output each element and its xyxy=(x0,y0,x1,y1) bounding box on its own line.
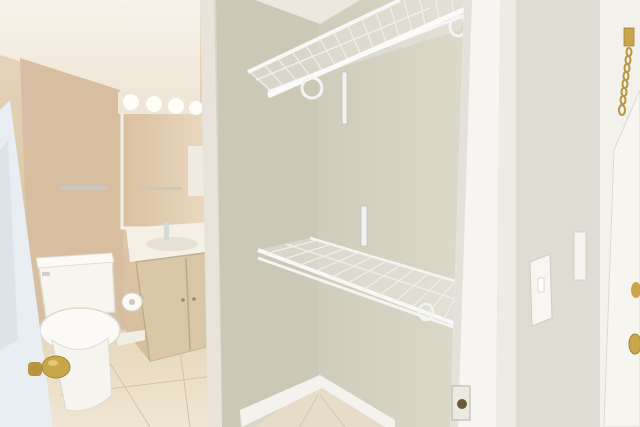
closet-area xyxy=(216,0,470,427)
cabinet-knob xyxy=(181,298,185,302)
vanity-bulb xyxy=(189,101,203,115)
wall-outlet-plate xyxy=(573,231,587,281)
lower-shelf-standard xyxy=(360,205,368,247)
vanity-bulb xyxy=(123,94,139,110)
toilet-flush-handle xyxy=(42,272,50,276)
light-switch-icon[interactable] xyxy=(529,253,553,327)
cabinet-knob xyxy=(192,297,196,301)
strike-hole xyxy=(457,399,467,409)
sink-basin xyxy=(146,237,198,251)
photo-scene xyxy=(0,0,640,427)
scene-svg xyxy=(0,0,640,427)
front-door[interactable] xyxy=(600,0,640,427)
towel-bar xyxy=(60,186,108,190)
faucet xyxy=(164,222,169,240)
towel-bar-reflection xyxy=(140,187,182,190)
door-knob-icon[interactable] xyxy=(628,333,640,355)
vanity-bulb xyxy=(168,98,184,114)
hallway-wall xyxy=(516,0,612,427)
shelf-bracket xyxy=(342,72,347,124)
vanity-bulb xyxy=(146,96,162,112)
vanity-cabinet xyxy=(135,251,217,363)
